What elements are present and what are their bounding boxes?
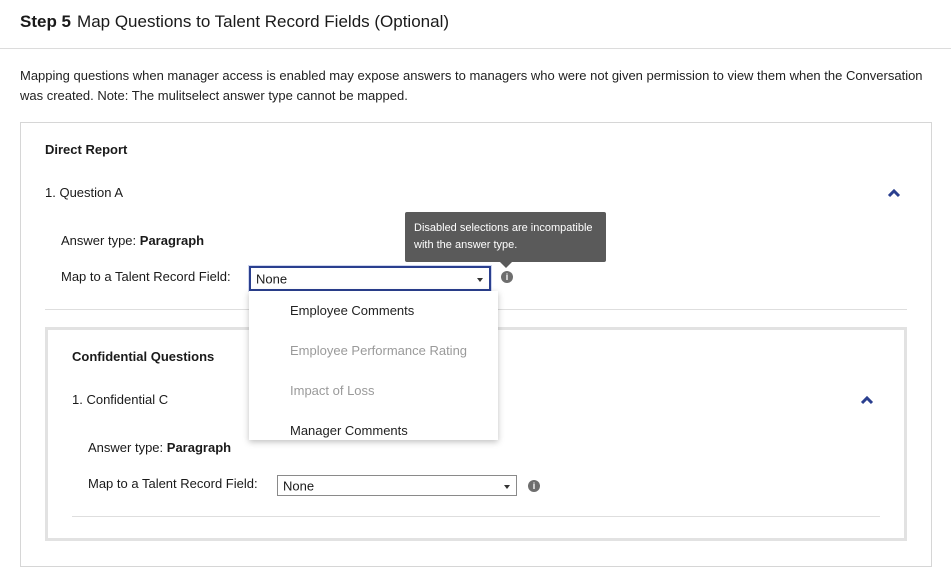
tooltip: Disabled selections are incompatible wit…	[405, 212, 606, 262]
answer-type-label: Answer type:	[61, 233, 137, 248]
caret-down-icon	[504, 484, 510, 489]
answer-type-value: Paragraph	[166, 440, 232, 455]
confidential-c-label: 1. Confidential C	[72, 392, 169, 407]
answer-type-value: Paragraph	[139, 233, 205, 248]
answer-type-row: Answer type: Paragraph	[61, 233, 204, 248]
select-value: None	[283, 478, 315, 493]
select-value: None	[256, 271, 288, 286]
answer-type-label: Answer type:	[88, 440, 164, 455]
info-icon[interactable]: i	[501, 271, 513, 283]
direct-report-title: Direct Report	[45, 142, 128, 157]
dropdown-menu: Employee Comments Employee Performance R…	[249, 291, 498, 440]
caret-down-icon	[477, 277, 483, 282]
page-header: Step 5 Map Questions to Talent Record Fie…	[0, 0, 951, 49]
tooltip-arrow	[500, 262, 512, 268]
dropdown-option-employee-performance-rating: Employee Performance Rating	[290, 343, 468, 358]
chevron-up-icon[interactable]	[860, 395, 874, 405]
answer-type-row: Answer type: Paragraph	[88, 440, 231, 455]
map-field-label: Map to a Talent Record Field:	[61, 269, 231, 284]
dropdown-option-manager-comments[interactable]: Manager Comments	[249, 411, 498, 440]
chevron-up-icon[interactable]	[887, 188, 901, 198]
talent-field-select[interactable]: None	[277, 475, 517, 496]
intro-note: Mapping questions when manager access is…	[20, 68, 923, 103]
step-title-text: Map Questions to Talent Record Fields (O…	[77, 12, 450, 31]
question-a-label: 1. Question A	[45, 185, 124, 200]
dropdown-option-employee-comments[interactable]: Employee Comments	[249, 291, 498, 331]
confidential-title: Confidential Questions	[72, 349, 215, 364]
step-number: Step 5	[20, 12, 72, 31]
section-divider	[72, 516, 880, 517]
page-title: Step 5 Map Questions to Talent Record Fie…	[20, 12, 449, 32]
map-field-label: Map to a Talent Record Field:	[88, 476, 258, 491]
dropdown-option-impact-of-loss: Impact of Loss	[290, 383, 375, 398]
talent-field-select[interactable]: None	[249, 266, 491, 291]
info-icon[interactable]: i	[528, 480, 540, 492]
